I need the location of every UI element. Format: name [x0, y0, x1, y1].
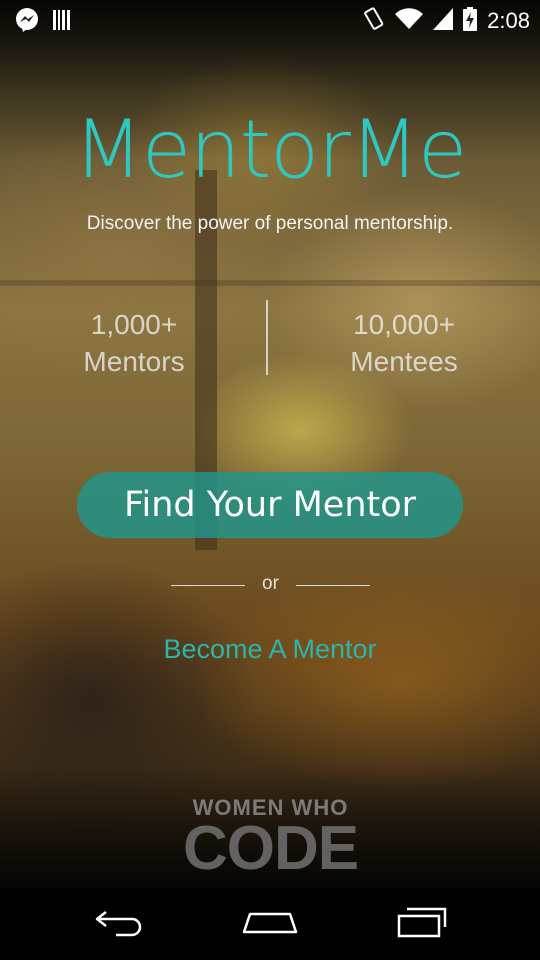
find-mentor-label: Find Your Mentor: [123, 485, 417, 525]
barcode-icon: [52, 8, 72, 36]
recent-apps-button[interactable]: [391, 904, 451, 944]
stat-mentees-label: Mentees: [350, 346, 458, 377]
recent-apps-icon: [393, 905, 449, 943]
vibrate-icon: [363, 6, 385, 36]
stats-divider: [266, 300, 268, 375]
or-line-left: [171, 585, 245, 586]
stat-mentors-count: 1,000+: [90, 309, 178, 340]
status-clock: 2:08: [487, 8, 530, 33]
stat-mentors-label: Mentors: [83, 346, 185, 377]
battery-charging-icon: [463, 7, 478, 35]
background-beam: [0, 280, 540, 286]
become-mentor-link[interactable]: Become A Mentor: [0, 634, 540, 665]
women-who-code-logo: WOMEN WHO CODE: [183, 796, 359, 884]
wifi-icon: [395, 8, 424, 34]
stat-mentees: 10,000+ Mentees: [294, 306, 514, 380]
status-bar: 2:08: [0, 0, 540, 40]
home-icon: [240, 908, 300, 940]
home-button[interactable]: [240, 904, 300, 944]
stat-mentees-count: 10,000+: [353, 309, 455, 340]
app-title: MentorMe: [73, 103, 467, 196]
navigation-bar: [0, 888, 540, 960]
back-button[interactable]: [90, 904, 150, 944]
or-label: or: [262, 573, 279, 594]
signal-icon: [433, 8, 454, 34]
stats-panel: 1,000+ Mentors 10,000+ Mentees: [0, 300, 540, 380]
stat-mentors: 1,000+ Mentors: [24, 306, 244, 380]
or-line-right: [296, 585, 370, 586]
or-separator: or: [0, 573, 540, 597]
back-icon: [92, 906, 148, 942]
tagline: Discover the power of personal mentorshi…: [86, 213, 454, 234]
logo-line-2: CODE: [183, 814, 359, 883]
find-mentor-button[interactable]: Find Your Mentor: [77, 472, 463, 538]
messenger-icon: [14, 7, 40, 37]
